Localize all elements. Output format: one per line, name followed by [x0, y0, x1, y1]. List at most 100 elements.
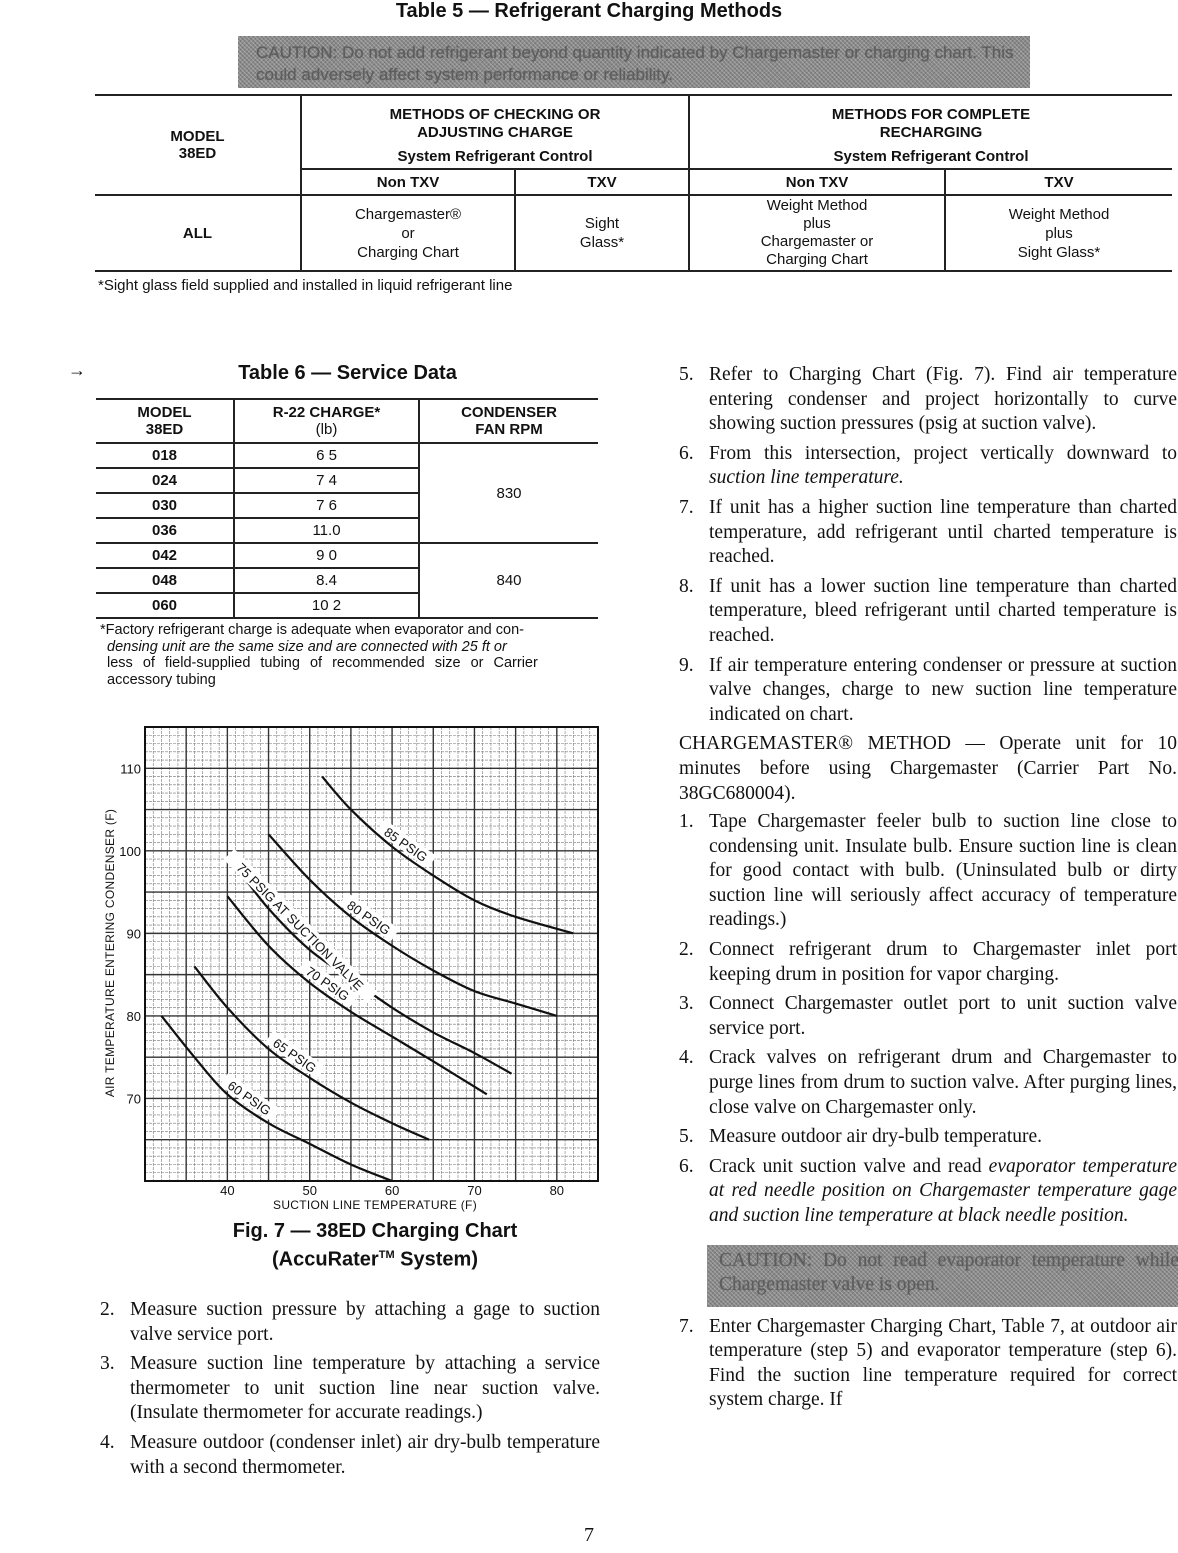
step-text: Tape Chargemaster feeler bulb to suction… — [709, 811, 1177, 931]
left-column-steps: 2. Measure suction pressure by attaching … — [100, 1298, 600, 1480]
t6-footnote-line: less of field-supplied tubing of recomme… — [107, 655, 538, 671]
t5-cell-line: Weight Method — [766, 197, 868, 214]
curve-label-85-psig: 85 PSIG — [376, 819, 437, 869]
list-item: 9. If air temperature entering condenser … — [679, 654, 1177, 728]
curve-label-75-psig-at-suction-valve: 75 PSIG AT SUCTION VALVE — [223, 848, 378, 1004]
curve-65-psig — [193, 965, 430, 1141]
list-item: 6. From this intersection, project vertic… — [679, 442, 1177, 491]
t5-group2-sub: System Refrigerant Control — [833, 148, 1029, 165]
t5-cell-line: Weight Method — [1008, 205, 1110, 223]
t5-model-header-line2: 38ED — [178, 145, 217, 162]
figure-caption: Fig. 7 — 38ED Charging Chart (AccuRaterT… — [95, 1219, 655, 1272]
t6-charge-cell: 7 6 — [233, 493, 419, 519]
list-item: 1. Tape Chargemaster feeler bulb to sucti… — [679, 810, 1177, 933]
t5-group1-header: METHODS OF CHECKING OR ADJUSTING CHARGE … — [300, 94, 689, 169]
y-tick-label: 70 — [127, 1091, 141, 1106]
t5-cell-line: plus — [803, 215, 831, 232]
caution-box-bottom: CAUTION: Do not read evaporator temperat… — [707, 1245, 1178, 1307]
x-tick-label: 70 — [467, 1183, 481, 1198]
t6-header-rpm: CONDENSER FAN RPM — [418, 398, 598, 444]
list-item: 2. Connect refrigerant drum to Chargemast… — [679, 938, 1177, 987]
y-tick-label: 110 — [120, 761, 141, 776]
t5-group1-line2: ADJUSTING CHARGE — [417, 124, 573, 141]
caution-box-top: CAUTION: Do not add refrigerant beyond q… — [238, 36, 1030, 88]
caption-text: (AccuRater — [272, 1248, 379, 1271]
step-number: 2. — [100, 1299, 115, 1320]
t5-col-txv-2: TXV — [944, 168, 1172, 195]
t5-group1-sub: System Refrigerant Control — [397, 148, 593, 165]
list-item: 5. Measure outdoor air dry-bulb temperatu… — [679, 1125, 1177, 1150]
t6-model-cell: 024 — [96, 468, 234, 494]
t6-rpm-cell: 830 — [418, 443, 598, 544]
step-text: Measure outdoor (condenser inlet) air dr… — [130, 1431, 600, 1478]
list-item: 7. If unit has a higher suction line temp… — [679, 496, 1177, 570]
t6-model-cell: 060 — [96, 593, 234, 619]
trademark-mark: TM — [378, 1249, 395, 1261]
t5-model-header: MODEL 38ED — [95, 94, 301, 195]
t6-charge-cell: 10 2 — [233, 593, 419, 619]
t5-cell-line: Glass* — [579, 234, 625, 251]
list-item: 8. If unit has a lower suction line tempe… — [679, 575, 1177, 649]
t6-header-line: R-22 CHARGE* — [272, 404, 381, 421]
t6-header-model: MODEL 38ED — [96, 398, 234, 444]
table6-service-data: MODEL 38ED R-22 CHARGE* (lb) CONDENSER F… — [96, 398, 598, 619]
step-number: 4. — [679, 1047, 694, 1069]
step-text: Crack valves on refrigerant drum and Cha… — [709, 1047, 1177, 1118]
t6-header-line: (lb) — [315, 421, 338, 438]
t6-header-line: 38ED — [145, 421, 184, 438]
t5-recharge-nontxv: Weight Method plus Chargemaster or Charg… — [688, 194, 945, 272]
figure-caption-line2: (AccuRaterTM System) — [95, 1243, 655, 1272]
step-text: Refer to Charging Chart (Fig. 7). Find a… — [709, 364, 1177, 435]
chart-y-ticks: 70 80 90 100 110 — [119, 761, 141, 1106]
x-tick-label: 40 — [220, 1183, 234, 1198]
page-number: 7 — [584, 1524, 594, 1546]
t5-cell-line: Charging Chart — [766, 251, 868, 268]
table-row: 042 9 0 840 — [96, 543, 598, 619]
t6-charge-cell: 6 5 — [233, 443, 419, 469]
t6-charge-cell: 11.0 — [233, 518, 419, 544]
step-number: 8. — [679, 575, 694, 597]
table6-footnote: *Factory refrigerant charge is adequate … — [100, 622, 600, 688]
step-text: Measure outdoor air dry-bulb temperature… — [709, 1126, 1043, 1148]
step-number: 3. — [679, 993, 694, 1015]
t6-charge-cell: 8.4 — [233, 568, 419, 594]
t6-footnote-line: *Factory refrigerant charge is adequate … — [100, 622, 524, 638]
step-text: From this intersection, project vertical… — [709, 442, 1177, 464]
table5-footnote: *Sight glass field supplied and installe… — [98, 277, 513, 294]
t5-check-txv: Sight Glass* — [514, 194, 689, 272]
t5-group2-line2: RECHARGING — [879, 124, 983, 141]
caption-text: System) — [394, 1248, 478, 1271]
t6-model-cell: 036 — [96, 518, 234, 544]
t5-group1-line1: METHODS OF CHECKING OR — [389, 106, 601, 123]
t5-group2-header: METHODS FOR COMPLETE RECHARGING System R… — [688, 94, 1172, 169]
t6-header-line: FAN RPM — [475, 421, 543, 438]
t6-model-cell: 042 — [96, 543, 234, 569]
x-tick-label: 80 — [550, 1183, 564, 1198]
step-text: If air temperature entering condenser or… — [709, 654, 1177, 725]
chart-curve-labels: 60 PSIG65 PSIG70 PSIG75 PSIG AT SUCTION … — [219, 819, 437, 1122]
list-item: 4. Measure outdoor (condenser inlet) air … — [100, 1431, 600, 1480]
step-text: Connect refrigerant drum to Chargemaster… — [709, 939, 1177, 985]
t6-rpm-cell: 840 — [418, 543, 598, 619]
t5-cell-line: or — [401, 224, 415, 242]
t6-model-cell: 030 — [96, 493, 234, 519]
t5-col-nontxv-1: Non TXV — [300, 168, 515, 195]
chargemaster-method-paragraph: CHARGEMASTER® METHOD — Operate unit for … — [679, 733, 1177, 804]
x-tick-label: 60 — [385, 1183, 399, 1198]
step-number: 3. — [100, 1353, 115, 1375]
t6-header-line: CONDENSER — [461, 404, 557, 421]
step-number: 1. — [679, 811, 694, 833]
chart-y-axis-label: AIR TEMPERATURE ENTERING CONDENSER (F) — [103, 808, 117, 1098]
t6-footnote-line: accessory tubing — [107, 671, 216, 688]
t5-col-txv-1: TXV — [514, 168, 689, 195]
right-column: 5. Refer to Charging Chart (Fig. 7). Find… — [679, 363, 1178, 1413]
t5-cell-line: Charging Chart — [357, 243, 459, 261]
step-text: If unit has a higher suction line temper… — [709, 496, 1177, 568]
step-text-italic: suction line temperature. — [709, 467, 904, 489]
t5-col-nontxv-2: Non TXV — [688, 168, 945, 195]
t6-charge-cell: 7 4 — [233, 468, 419, 494]
chart-x-axis-label: SUCTION LINE TEMPERATURE (F) — [273, 1198, 477, 1212]
list-item: 7. Enter Chargemaster Charging Chart, Tab… — [679, 1315, 1177, 1413]
list-item: 3. Connect Chargemaster outlet port to un… — [679, 992, 1177, 1041]
t6-model-cell: 048 — [96, 568, 234, 594]
